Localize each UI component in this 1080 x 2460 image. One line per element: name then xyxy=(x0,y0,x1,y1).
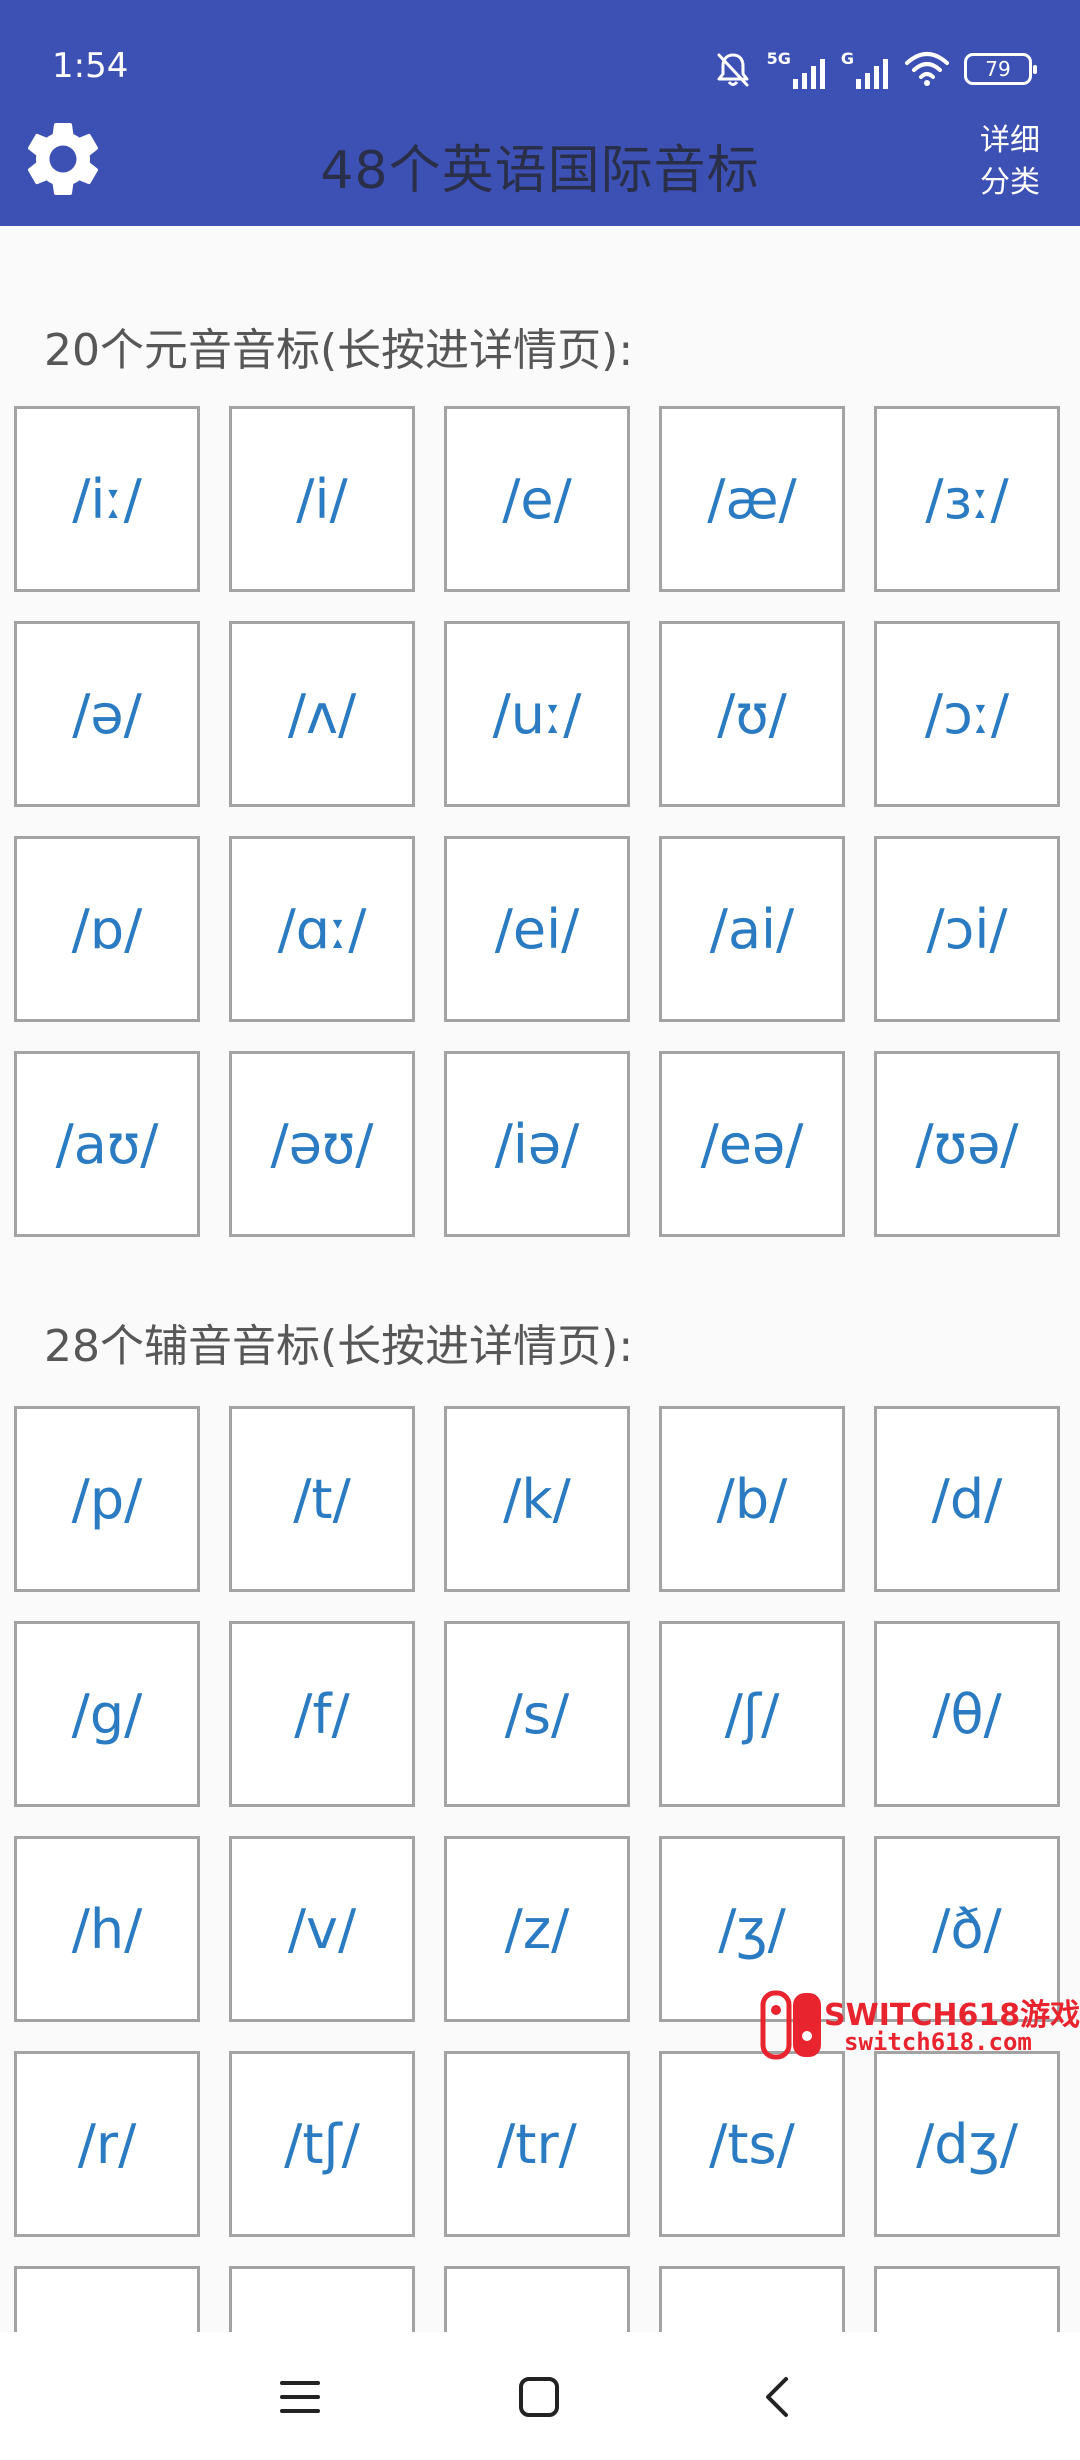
consonant-section-title: 28个辅音音标(长按进详情页): xyxy=(44,1321,634,1372)
vowel-cell[interactable]: /əʊ/ xyxy=(229,1051,415,1237)
consonant-cell[interactable]: /ts/ xyxy=(659,2051,845,2237)
vowel-cell[interactable]: /ɔː/ xyxy=(874,621,1060,807)
battery-icon: 79 xyxy=(964,53,1037,85)
bell-off-icon xyxy=(717,53,749,87)
back-chevron-icon xyxy=(766,2377,788,2417)
battery-level: 79 xyxy=(985,57,1011,81)
status-time: 1:54 xyxy=(52,46,129,86)
vowel-cell[interactable]: /e/ xyxy=(444,406,630,592)
consonant-cell[interactable]: /f/ xyxy=(229,1621,415,1807)
vowel-cell[interactable]: /ʊ/ xyxy=(659,621,845,807)
vowel-cell[interactable]: /aʊ/ xyxy=(14,1051,200,1237)
consonant-cell[interactable]: /z/ xyxy=(444,1836,630,2022)
network-label-5g: 5G xyxy=(766,49,791,68)
vowel-section-title: 20个元音音标(长按进详情页): xyxy=(44,325,634,376)
status-icons: 5G G 79 xyxy=(713,44,1037,94)
detail-category-button[interactable]: 详细 分类 xyxy=(970,120,1050,204)
vowel-cell[interactable]: /ɒ/ xyxy=(14,836,200,1022)
consonant-grid: /p//t//k//b//d//g//f//s//ʃ//θ//h//v//z//… xyxy=(14,1406,1074,2332)
consonant-cell[interactable]: /d/ xyxy=(874,1406,1060,1592)
network-label-g: G xyxy=(840,49,854,68)
system-nav-bar xyxy=(0,2332,1080,2460)
toolbar: 48个英语国际音标 详细 分类 xyxy=(0,100,1080,226)
nav-menu-button[interactable] xyxy=(265,2362,335,2432)
consonant-cell[interactable]: /v/ xyxy=(229,1836,415,2022)
vowel-cell[interactable]: /iə/ xyxy=(444,1051,630,1237)
consonant-cell[interactable]: /ʒ/ xyxy=(659,1836,845,2022)
consonant-cell[interactable]: /θ/ xyxy=(874,1621,1060,1807)
signal-bars-icon xyxy=(792,59,825,89)
signal-g: G xyxy=(841,49,890,89)
app-header: 1:54 5G G 79 48个英语国际音标 详细 分类 xyxy=(0,0,1080,226)
vowel-cell[interactable]: /ʌ/ xyxy=(229,621,415,807)
signal-bars-icon xyxy=(856,59,888,89)
vowel-cell[interactable]: /ɔi/ xyxy=(874,836,1060,1022)
consonant-cell[interactable]: /g/ xyxy=(14,1621,200,1807)
nav-home-button[interactable] xyxy=(504,2362,574,2432)
consonant-cell[interactable]: /ð/ xyxy=(874,1836,1060,2022)
signal-5g: 5G xyxy=(767,49,827,89)
nav-back-button[interactable] xyxy=(743,2362,813,2432)
wifi-icon xyxy=(905,52,949,86)
menu-icon xyxy=(280,2381,320,2413)
consonant-cell[interactable]: /t/ xyxy=(229,1406,415,1592)
consonant-cell[interactable] xyxy=(14,2266,200,2332)
detail-line1: 详细 xyxy=(980,123,1040,158)
vowel-cell[interactable]: /iː/ xyxy=(14,406,200,592)
consonant-cell[interactable]: /r/ xyxy=(14,2051,200,2237)
consonant-cell[interactable]: /dʒ/ xyxy=(874,2051,1060,2237)
vowel-cell[interactable]: /ei/ xyxy=(444,836,630,1022)
consonant-cell[interactable]: /tr/ xyxy=(444,2051,630,2237)
consonant-cell[interactable] xyxy=(229,2266,415,2332)
consonant-cell[interactable]: /k/ xyxy=(444,1406,630,1592)
consonant-cell[interactable]: /b/ xyxy=(659,1406,845,1592)
vowel-grid: /iː//i//e//æ//ɜː/ /ə//ʌ//uː//ʊ//ɔː/ /ɒ//ɑː… xyxy=(14,406,1074,1237)
consonant-cell[interactable]: /p/ xyxy=(14,1406,200,1592)
vowel-cell[interactable]: /i/ xyxy=(229,406,415,592)
vowel-cell[interactable]: /ə/ xyxy=(14,621,200,807)
detail-line2: 分类 xyxy=(980,165,1040,200)
app-title: 48个英语国际音标 xyxy=(320,141,760,201)
consonant-cell[interactable]: /ʃ/ xyxy=(659,1621,845,1807)
home-square-icon xyxy=(519,2377,559,2417)
vowel-cell[interactable]: /ʊə/ xyxy=(874,1051,1060,1237)
vowel-cell[interactable]: /ɜː/ xyxy=(874,406,1060,592)
consonant-cell[interactable] xyxy=(659,2266,845,2332)
consonant-cell[interactable]: /h/ xyxy=(14,1836,200,2022)
consonant-cell[interactable] xyxy=(444,2266,630,2332)
consonant-cell[interactable]: /s/ xyxy=(444,1621,630,1807)
vowel-cell[interactable]: /æ/ xyxy=(659,406,845,592)
vowel-cell[interactable]: /eə/ xyxy=(659,1051,845,1237)
vowel-cell[interactable]: /ɑː/ xyxy=(229,836,415,1022)
content-scroll[interactable]: 20个元音音标(长按进详情页): /iː//i//e//æ//ɜː/ /ə//ʌ/… xyxy=(0,226,1080,2332)
consonant-cell[interactable] xyxy=(874,2266,1060,2332)
vowel-cell[interactable]: /ai/ xyxy=(659,836,845,1022)
consonant-cell[interactable]: /tʃ/ xyxy=(229,2051,415,2237)
vowel-cell[interactable]: /uː/ xyxy=(444,621,630,807)
